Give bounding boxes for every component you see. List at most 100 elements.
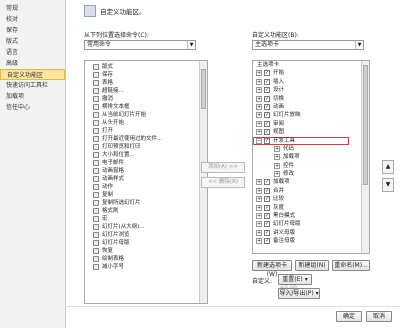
command-item[interactable]: 宏	[85, 215, 207, 223]
tab-checkbox[interactable]: ✓	[264, 213, 270, 220]
tree-tab-item[interactable]: − ✓ 开发工具	[253, 136, 349, 145]
expand-icon[interactable]: +	[256, 87, 262, 94]
tree-tab-item[interactable]: + ✓ 视图	[253, 128, 369, 136]
rename-button[interactable]: 重命名(M)...	[332, 260, 370, 271]
expand-icon[interactable]: +	[256, 229, 262, 236]
sidebar-item[interactable]: 高级	[0, 58, 65, 69]
command-item[interactable]: 绘制表格	[85, 255, 207, 263]
expand-icon[interactable]: +	[256, 204, 262, 211]
sidebar-item[interactable]: 校对	[0, 14, 65, 25]
tree-tab-item[interactable]: + ✓ 比较	[253, 195, 369, 203]
tree-tab-item[interactable]: + ✓ 审阅	[253, 120, 369, 128]
move-down-button[interactable]: ▼	[382, 178, 394, 192]
add-button[interactable]: 添加(A) >>	[201, 162, 245, 173]
command-item[interactable]: 动画样式	[85, 175, 207, 183]
tree-tab-item[interactable]: + ✓ 切换	[253, 95, 369, 103]
ribbon-tabs-tree[interactable]: 主选项卡 + ✓ 开始 + ✓ 插入 + ✓ 设计 + ✓ 切换 + ✓ 动画 + ✓ 幻灯片放映 + ✓ 审阅 + ✓ 视图…	[252, 60, 370, 254]
expand-icon[interactable]: +	[256, 221, 262, 228]
tree-tab-item[interactable]: + ✓ 加载项	[253, 178, 369, 186]
expand-icon[interactable]: +	[256, 112, 262, 119]
expand-icon[interactable]: +	[274, 145, 280, 152]
command-item[interactable]: 格式刷	[85, 207, 207, 215]
command-item[interactable]: 幻灯片浏览	[85, 231, 207, 239]
ok-button[interactable]: 确定	[336, 311, 362, 322]
command-item[interactable]: 打开	[85, 127, 207, 135]
remove-button[interactable]: << 删除(R)	[201, 177, 245, 188]
tree-tab-item[interactable]: + ✓ 设计	[253, 86, 369, 94]
tree-tab-item[interactable]: + ✓ 插入	[253, 78, 369, 86]
tree-tab-item[interactable]: + ✓ 备注母版	[253, 237, 369, 245]
command-item[interactable]: 打开最近使用过的文件...	[85, 135, 207, 143]
tab-checkbox[interactable]: ✓	[264, 137, 270, 144]
expand-icon[interactable]: +	[274, 171, 280, 178]
command-item[interactable]: 从头开始	[85, 119, 207, 127]
sidebar-item[interactable]: 快速访问工具栏	[0, 80, 65, 91]
customize-ribbon-dropdown[interactable]: 主选项卡 ▼	[252, 40, 364, 50]
command-item[interactable]: 电子邮件	[85, 159, 207, 167]
expand-icon[interactable]: −	[256, 137, 262, 144]
expand-icon[interactable]: +	[256, 120, 262, 127]
tab-checkbox[interactable]: ✓	[264, 120, 270, 127]
tab-checkbox[interactable]: ✓	[264, 70, 270, 77]
tree-tab-item[interactable]: + ✓ 开始	[253, 69, 369, 77]
expand-icon[interactable]: +	[256, 213, 262, 220]
command-item[interactable]: 复制所选幻灯片	[85, 199, 207, 207]
command-item[interactable]: 撤消	[85, 95, 207, 103]
command-item[interactable]: 大小和位置...	[85, 151, 207, 159]
expand-icon[interactable]: +	[256, 129, 262, 136]
command-item[interactable]: 横排文本框	[85, 103, 207, 111]
tree-group-item[interactable]: + 代码	[253, 145, 369, 153]
command-item[interactable]: 从当前幻灯片开始	[85, 111, 207, 119]
new-tab-button[interactable]: 新建选项卡(W)	[252, 260, 292, 278]
sidebar-item[interactable]: 常规	[0, 3, 65, 14]
expand-icon[interactable]: +	[256, 238, 262, 245]
tab-checkbox[interactable]: ✓	[264, 221, 270, 228]
tree-group-item[interactable]: + 修改	[253, 170, 369, 178]
tab-checkbox[interactable]: ✓	[264, 196, 270, 203]
expand-icon[interactable]: +	[256, 95, 262, 102]
command-item[interactable]: 减小字号	[85, 263, 207, 271]
command-item[interactable]: 动作	[85, 183, 207, 191]
sidebar-item[interactable]: 版式	[0, 36, 65, 47]
tree-tab-item[interactable]: + ✓ 合并	[253, 187, 369, 195]
chevron-down-icon[interactable]: ▼	[187, 41, 195, 49]
expand-icon[interactable]: +	[256, 78, 262, 85]
expand-icon[interactable]: +	[256, 179, 262, 186]
command-item[interactable]: 版式	[85, 63, 207, 71]
sidebar-item[interactable]: 自定义功能区	[0, 69, 65, 80]
tab-checkbox[interactable]: ✓	[264, 179, 270, 186]
tab-checkbox[interactable]: ✓	[264, 229, 270, 236]
command-item[interactable]: 幻灯片母版	[85, 239, 207, 247]
scrollbar-thumb[interactable]	[201, 69, 206, 109]
expand-icon[interactable]: +	[256, 187, 262, 194]
expand-icon[interactable]: +	[256, 196, 262, 203]
choose-commands-dropdown[interactable]: 常用命令 ▼	[84, 40, 196, 50]
tree-tab-item[interactable]: + ✓ 灰度	[253, 204, 369, 212]
command-item[interactable]: 保存	[85, 71, 207, 79]
tree-tab-item[interactable]: + ✓ 动画	[253, 103, 369, 111]
new-group-button[interactable]: 新建组(N)	[295, 260, 329, 271]
tree-tab-item[interactable]: + ✓ 幻灯片母版	[253, 220, 369, 228]
cancel-button[interactable]: 取消	[366, 311, 392, 322]
tab-checkbox[interactable]: ✓	[264, 103, 270, 110]
command-item[interactable]: 恢复	[85, 247, 207, 255]
tab-checkbox[interactable]: ✓	[264, 187, 270, 194]
tab-checkbox[interactable]: ✓	[264, 204, 270, 211]
scrollbar-thumb[interactable]	[363, 65, 368, 185]
sidebar-item[interactable]: 保存	[0, 25, 65, 36]
move-up-button[interactable]: ▲	[382, 160, 394, 174]
command-item[interactable]: 幻灯片(从大纲)...	[85, 223, 207, 231]
tree-scrollbar[interactable]	[361, 61, 369, 253]
expand-icon[interactable]: +	[274, 154, 280, 161]
sidebar-item[interactable]: 语言	[0, 47, 65, 58]
tab-checkbox[interactable]: ✓	[264, 78, 270, 85]
tree-group-item[interactable]: + 控件	[253, 162, 369, 170]
command-item[interactable]: 动画窗格	[85, 167, 207, 175]
expand-icon[interactable]: +	[256, 103, 262, 110]
chevron-down-icon[interactable]: ▼	[355, 41, 363, 49]
tree-group-item[interactable]: + 加载项	[253, 153, 369, 161]
command-item[interactable]: 超链接...	[85, 87, 207, 95]
command-item[interactable]: 打印预览和打印	[85, 143, 207, 151]
tree-tab-item[interactable]: + ✓ 幻灯片放映	[253, 111, 369, 119]
expand-icon[interactable]: +	[274, 162, 280, 169]
